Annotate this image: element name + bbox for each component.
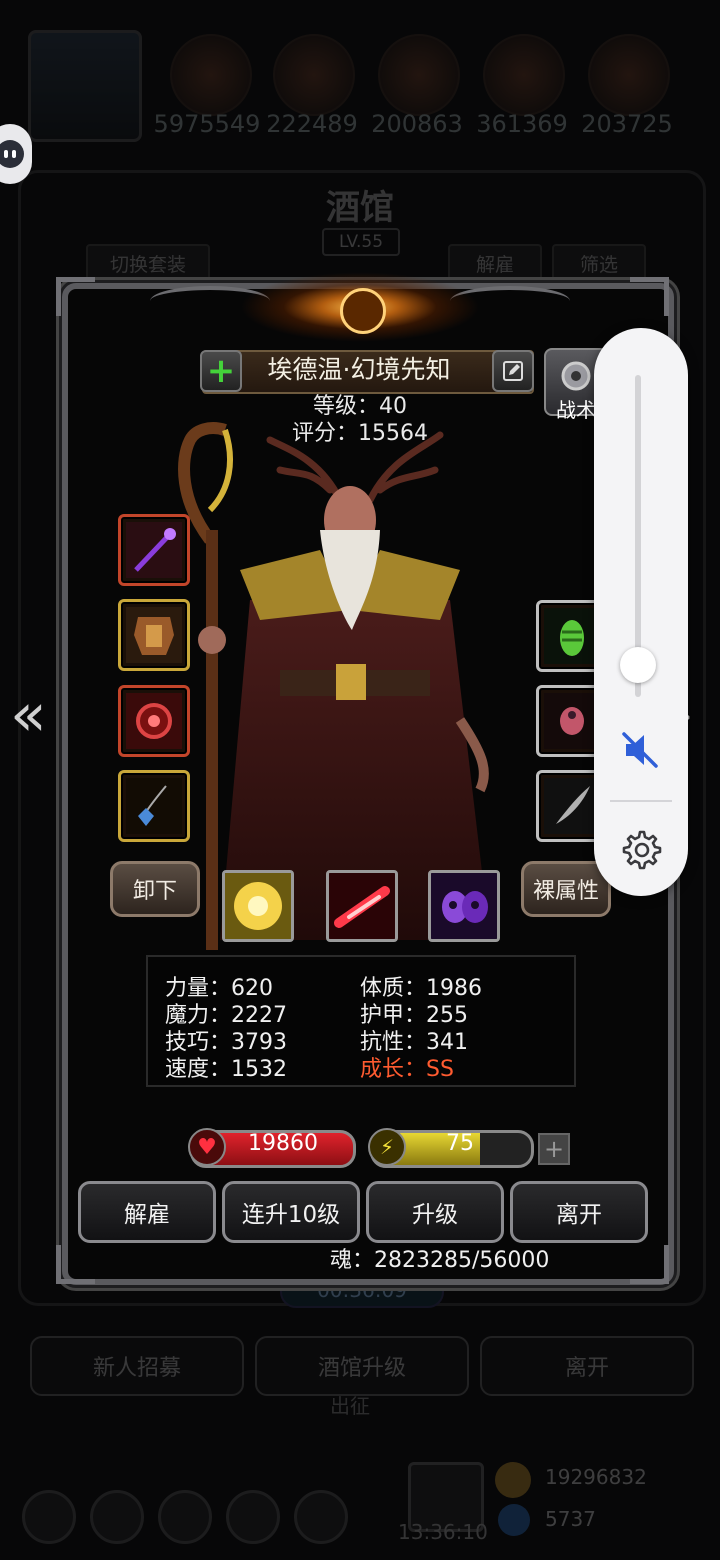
emblem-icon: [240, 272, 480, 342]
frame-corner: [56, 1245, 95, 1284]
resource-count: 203725: [581, 110, 673, 138]
tavern-upgrade-button[interactable]: 酒馆升级: [255, 1336, 469, 1396]
tavern-level: LV.55: [322, 228, 400, 256]
level-up-button[interactable]: 升级: [366, 1181, 504, 1243]
dismiss-button[interactable]: 解雇: [78, 1181, 216, 1243]
frame-corner: [630, 1245, 669, 1284]
frame-corner: [630, 277, 669, 316]
gem-icon: [544, 608, 600, 664]
stat-speed: 速度：1532: [165, 1057, 287, 1082]
resource-icon: [273, 34, 355, 116]
hp-value: 19860: [248, 1131, 318, 1156]
gem-icon: [498, 1504, 530, 1536]
tactics-label: 战术: [556, 398, 596, 422]
energy-value: 75: [446, 1131, 474, 1156]
assistive-touch-button[interactable]: [0, 124, 32, 184]
menu-icon[interactable]: [294, 1490, 348, 1544]
menu-icon[interactable]: [158, 1490, 212, 1544]
rename-button[interactable]: [492, 350, 534, 392]
amulet-icon: [126, 778, 182, 834]
hero-name: 埃德温·幻境先知: [267, 355, 451, 384]
assistive-face-icon: [0, 140, 24, 168]
frame-corner: [56, 277, 95, 316]
resource-count: 200863: [371, 110, 463, 138]
bare-stats-button[interactable]: 裸属性: [521, 861, 611, 917]
shadow-skull-icon: [431, 873, 497, 939]
tavern-leave-button[interactable]: 离开: [480, 1336, 694, 1396]
tavern-title: 酒馆: [326, 188, 394, 228]
soul-counter: 魂：2823285/56000: [330, 1248, 550, 1273]
unequip-button[interactable]: 卸下: [110, 861, 200, 917]
menu-icon[interactable]: [226, 1490, 280, 1544]
expedition-label: 出征: [330, 1394, 370, 1418]
skill-slot[interactable]: [222, 870, 294, 942]
resource-count: 5975549: [153, 110, 261, 138]
switch-outfit-tab[interactable]: 切换套装: [86, 244, 210, 282]
gem-count: 5737: [545, 1507, 596, 1531]
resource-icon: [483, 34, 565, 116]
clock: 13:36:10: [398, 1520, 488, 1544]
menu-icon[interactable]: [90, 1490, 144, 1544]
level-up-10-button[interactable]: 连升10级: [222, 1181, 360, 1243]
light-burst-icon: [225, 873, 291, 939]
volume-panel: [594, 328, 688, 896]
orb-icon: [544, 693, 600, 749]
resource-icon: [588, 34, 670, 116]
resource-icon: [170, 34, 252, 116]
volume-mute-icon[interactable]: [618, 728, 662, 772]
edit-icon: [503, 361, 523, 381]
staff-icon: [126, 522, 182, 578]
resource-count: 361369: [476, 110, 568, 138]
weapon-slot[interactable]: [118, 514, 190, 586]
add-button[interactable]: +: [200, 350, 242, 392]
armor-icon: [126, 607, 182, 663]
red-strike-icon: [329, 873, 395, 939]
coin-icon: [495, 1462, 531, 1498]
coin-count: 19296832: [545, 1465, 647, 1489]
armor-slot[interactable]: [118, 599, 190, 671]
volume-slider-thumb[interactable]: [620, 646, 656, 683]
previous-hero-arrow[interactable]: «: [10, 680, 47, 750]
feather-icon: [544, 778, 600, 834]
stat-growth: 成长：SS: [360, 1057, 454, 1082]
resource-icon: [378, 34, 460, 116]
skill-slot[interactable]: [326, 870, 398, 942]
skill-slot[interactable]: [428, 870, 500, 942]
amulet-slot[interactable]: [118, 770, 190, 842]
leave-button[interactable]: 离开: [510, 1181, 648, 1243]
add-energy-button[interactable]: +: [538, 1133, 570, 1165]
settings-gear-icon[interactable]: [616, 826, 664, 874]
menu-icon[interactable]: [22, 1490, 76, 1544]
resource-count: 222489: [266, 110, 358, 138]
plus-icon: +: [206, 351, 236, 391]
recruit-button[interactable]: 新人招募: [30, 1336, 244, 1396]
ring-slot[interactable]: [118, 685, 190, 757]
ring-icon: [126, 693, 182, 749]
volume-divider: [610, 800, 672, 802]
player-portrait: [28, 30, 142, 142]
